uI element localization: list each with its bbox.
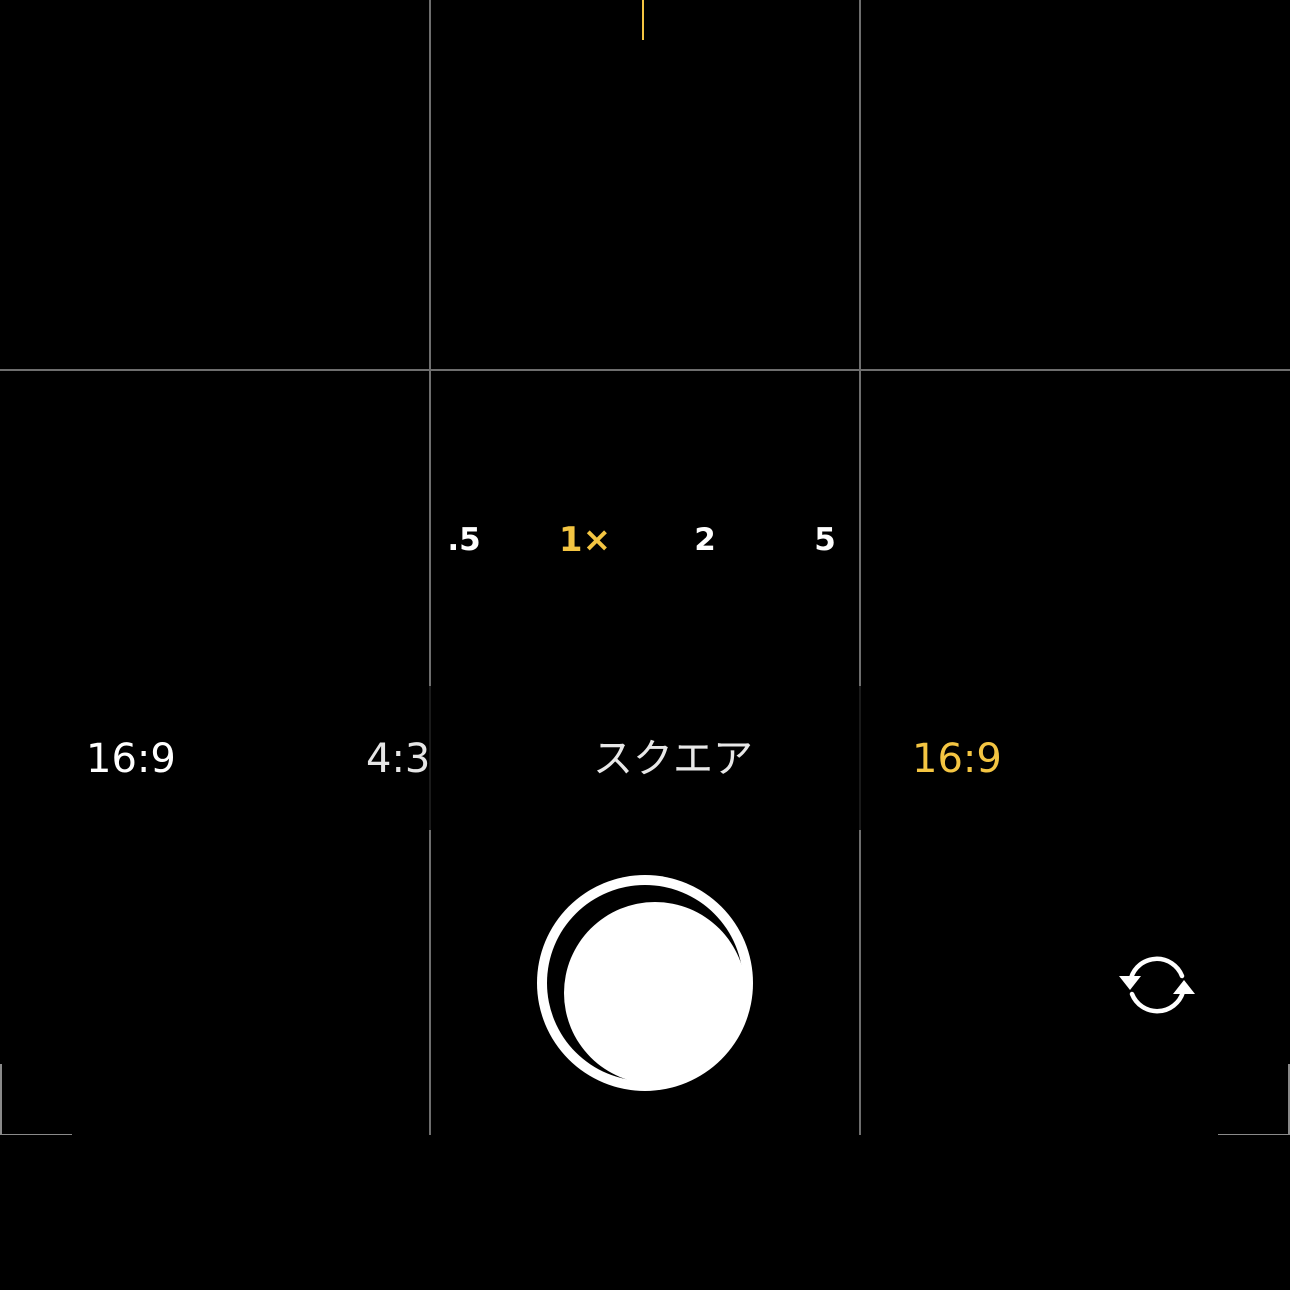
camera-flip-icon: [1119, 956, 1195, 1014]
shutter-core: [564, 902, 746, 1084]
shutter-ring: [547, 885, 746, 1084]
mode-divider-right: [859, 686, 861, 830]
level-indicator: [642, 0, 644, 40]
camera-flip-button[interactable]: [1112, 940, 1202, 1030]
frame-corner-bottom-right: [1218, 1064, 1290, 1136]
zoom-button-0-5[interactable]: .5: [424, 520, 504, 560]
bottom-bar: [0, 1135, 1290, 1290]
zoom-button-1x[interactable]: 1×: [545, 520, 625, 560]
aspect-mode-strip: 16:9 4:3 スクエア 16:9: [0, 686, 1290, 830]
aspect-mode-16-9[interactable]: 16:9: [86, 736, 176, 782]
aspect-mode-16-9-selected[interactable]: 16:9: [912, 736, 1002, 782]
frame-corner-bottom-left: [0, 1064, 72, 1136]
grid-line-horizontal: [0, 369, 1290, 371]
shutter-button[interactable]: [537, 875, 753, 1091]
aspect-mode-square[interactable]: スクエア: [593, 736, 753, 782]
aspect-mode-4-3[interactable]: 4:3: [366, 736, 430, 782]
zoom-button-5[interactable]: 5: [785, 520, 865, 560]
zoom-selector: .5 1× 2 5: [430, 500, 860, 580]
zoom-button-2[interactable]: 2: [665, 520, 745, 560]
